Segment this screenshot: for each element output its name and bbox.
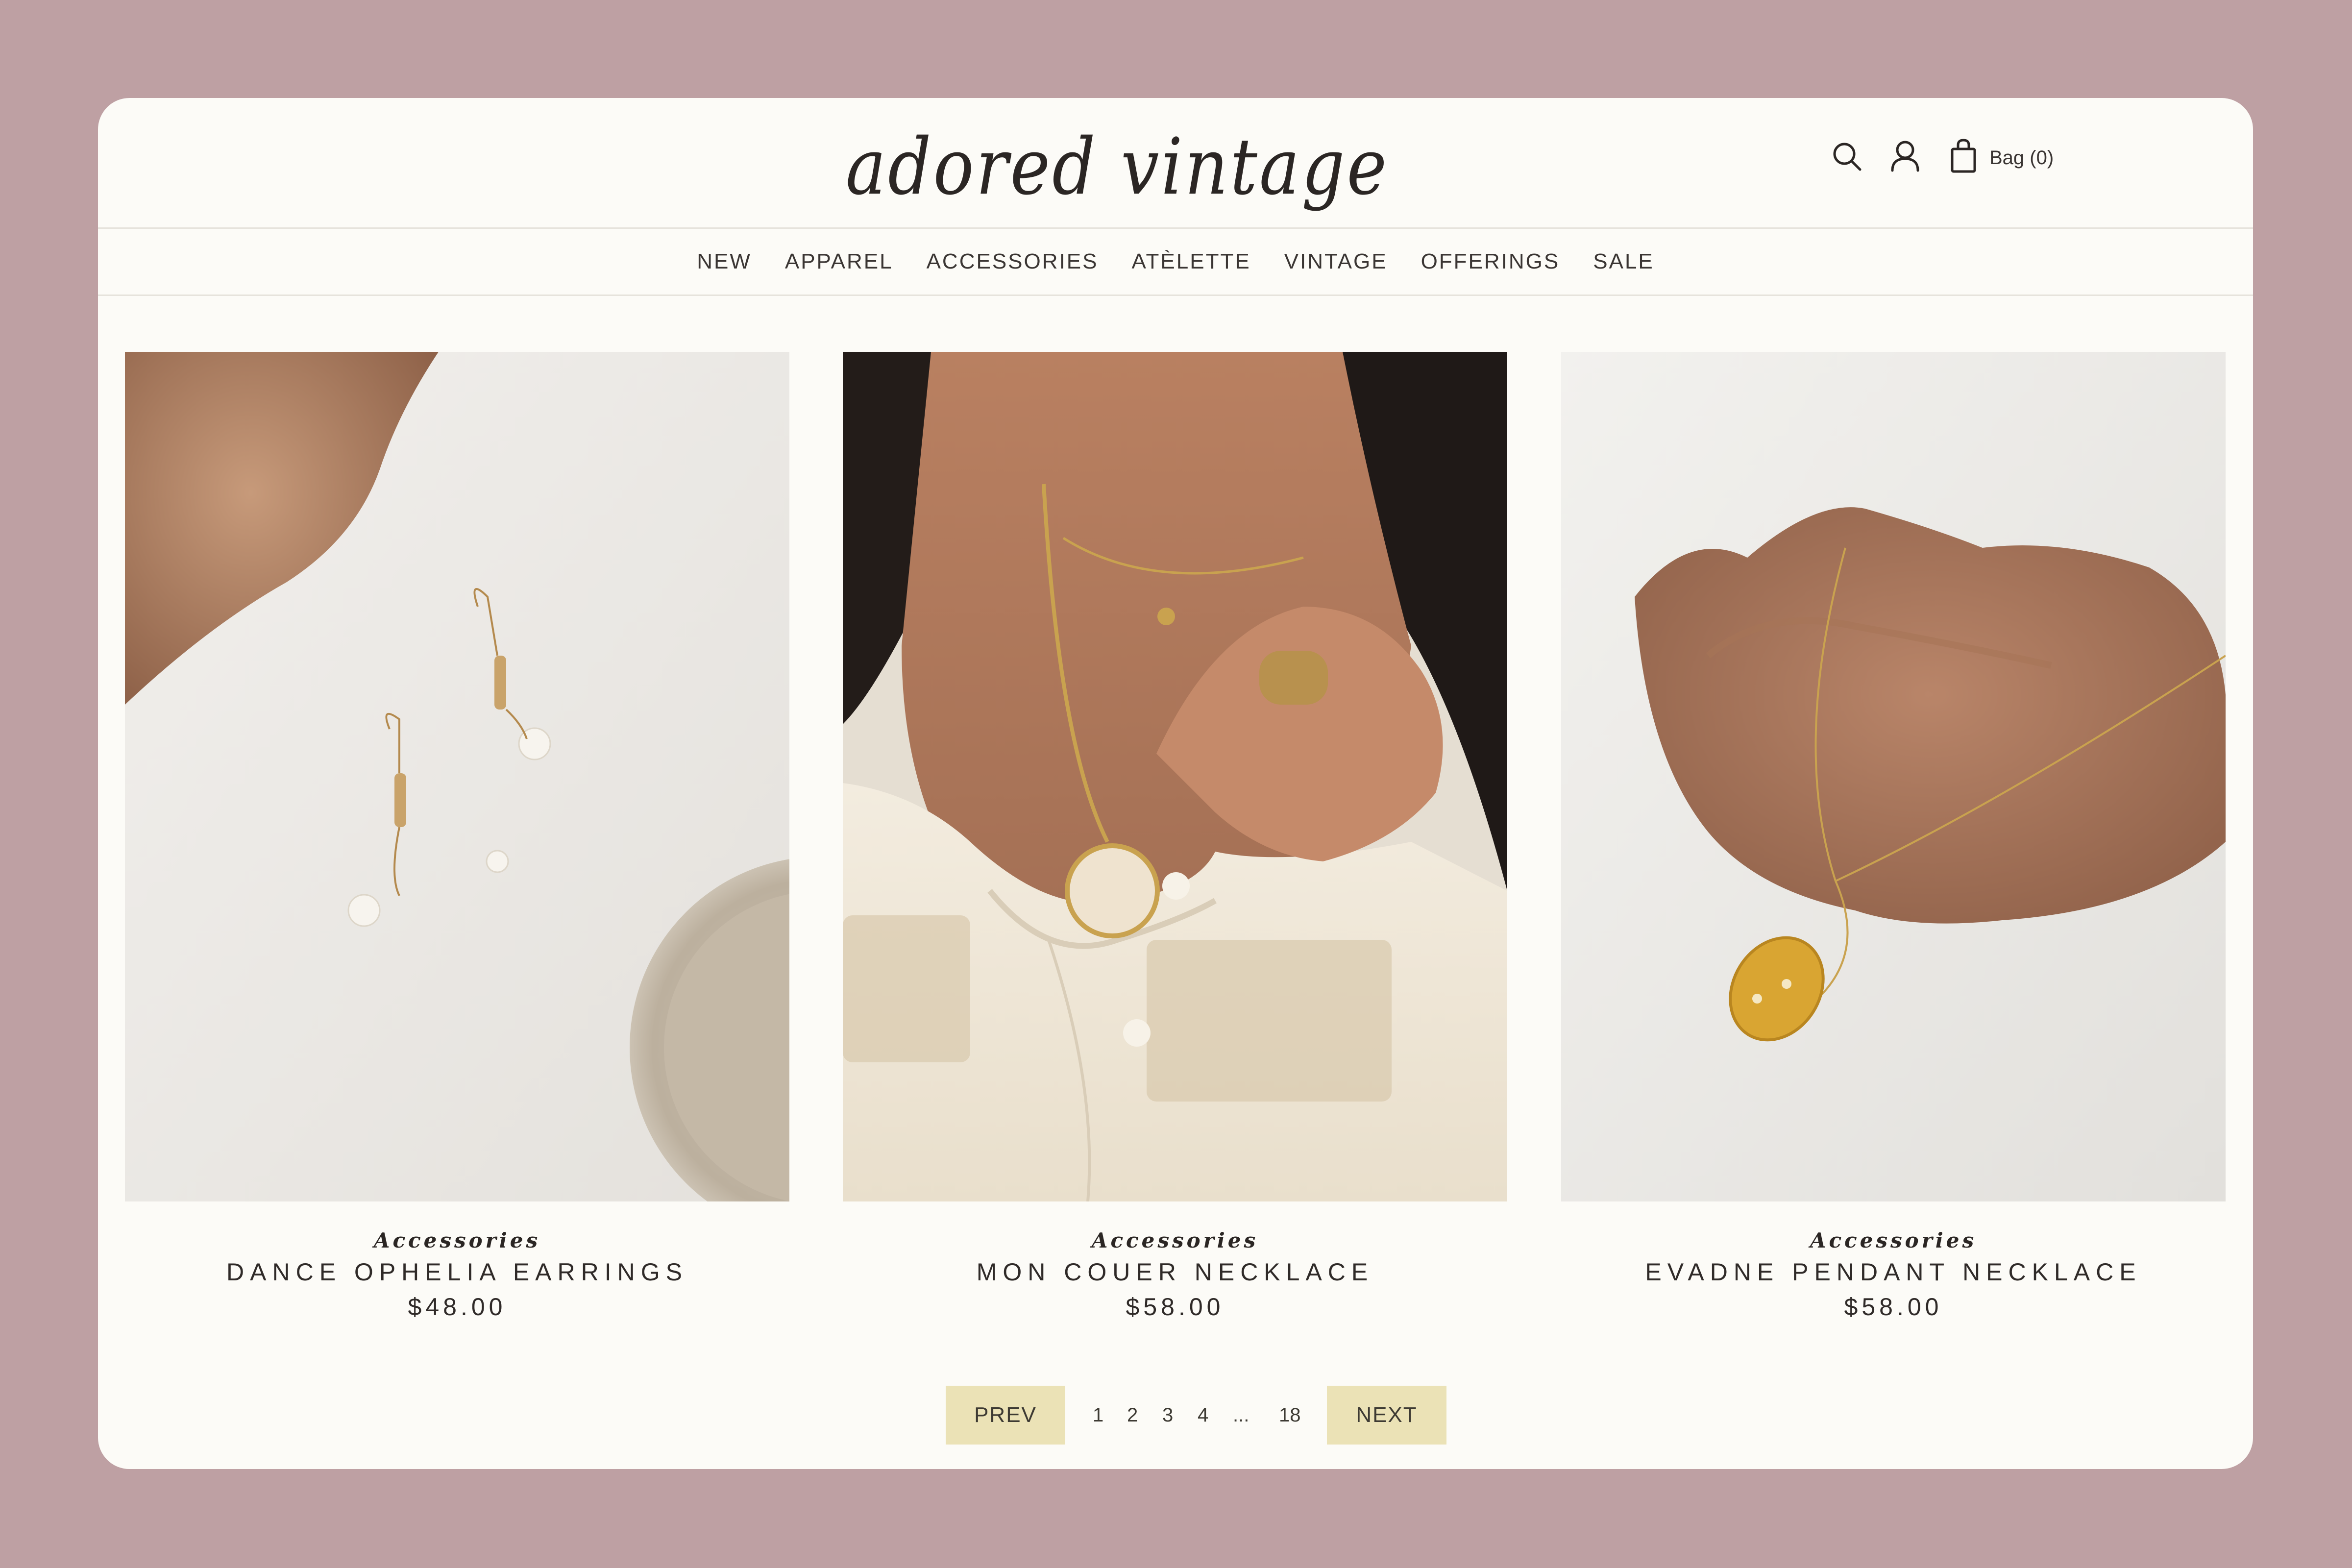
product-price: $58.00 <box>1126 1293 1225 1321</box>
product-price: $58.00 <box>1844 1293 1943 1321</box>
pagination: PREV 1 2 3 4 ... 18 NEXT <box>946 1386 1446 1445</box>
page-card: adored vintage Bag (0) NEW APPAREL ACCES… <box>98 98 2253 1469</box>
nav-item-new[interactable]: NEW <box>697 249 752 274</box>
page-ellipsis: ... <box>1233 1404 1250 1426</box>
nav-item-accessories[interactable]: ACCESSORIES <box>927 249 1099 274</box>
nav-item-sale[interactable]: SALE <box>1593 249 1654 274</box>
page-link-2[interactable]: 2 <box>1127 1400 1138 1430</box>
page-link-3[interactable]: 3 <box>1162 1400 1173 1430</box>
product-info: Accessories DANCE OPHELIA EARRINGS $48.0… <box>125 1227 789 1324</box>
product-info: Accessories MON COUER NECKLACE $58.00 <box>843 1227 1507 1324</box>
product-name[interactable]: MON COUER NECKLACE <box>843 1256 1507 1288</box>
product-name[interactable]: EVADNE PENDANT NECKLACE <box>1561 1256 2226 1288</box>
product-price: $48.00 <box>408 1293 507 1321</box>
bag-icon[interactable] <box>1944 136 1984 175</box>
nav-item-vintage[interactable]: VINTAGE <box>1284 249 1388 274</box>
product-name[interactable]: DANCE OPHELIA EARRINGS <box>125 1256 789 1288</box>
page-link-18[interactable]: 18 <box>1279 1400 1301 1430</box>
nav-item-atelette[interactable]: ATÈLETTE <box>1131 249 1250 274</box>
next-page-button[interactable]: NEXT <box>1327 1386 1446 1445</box>
product-category: Accessories <box>373 1228 541 1252</box>
product-card[interactable]: Accessories DANCE OPHELIA EARRINGS $48.0… <box>125 352 789 1324</box>
main-nav: NEW APPAREL ACCESSORIES ATÈLETTE VINTAGE… <box>98 228 2253 296</box>
bag-label[interactable]: Bag (0) <box>1989 143 2054 172</box>
product-card[interactable]: Accessories EVADNE PENDANT NECKLACE $58.… <box>1561 352 2226 1324</box>
product-image-earrings[interactable] <box>125 352 789 1201</box>
product-category: Accessories <box>1091 1228 1259 1252</box>
product-image-pendant[interactable] <box>1561 352 2226 1201</box>
page-link-1[interactable]: 1 <box>1093 1400 1103 1430</box>
prev-page-button[interactable]: PREV <box>946 1386 1065 1445</box>
search-icon[interactable] <box>1828 137 1867 176</box>
product-info: Accessories EVADNE PENDANT NECKLACE $58.… <box>1561 1227 2226 1324</box>
page-link-4[interactable]: 4 <box>1198 1400 1208 1430</box>
nav-item-offerings[interactable]: OFFERINGS <box>1421 249 1560 274</box>
account-icon[interactable] <box>1886 136 1925 175</box>
product-category: Accessories <box>1810 1228 1977 1252</box>
product-image-necklace[interactable] <box>843 352 1507 1201</box>
product-card[interactable]: Accessories MON COUER NECKLACE $58.00 <box>843 352 1507 1324</box>
site-logo[interactable]: adored vintage <box>846 110 1387 223</box>
site-header: adored vintage Bag (0) <box>98 98 2253 229</box>
nav-item-apparel[interactable]: APPAREL <box>785 249 893 274</box>
